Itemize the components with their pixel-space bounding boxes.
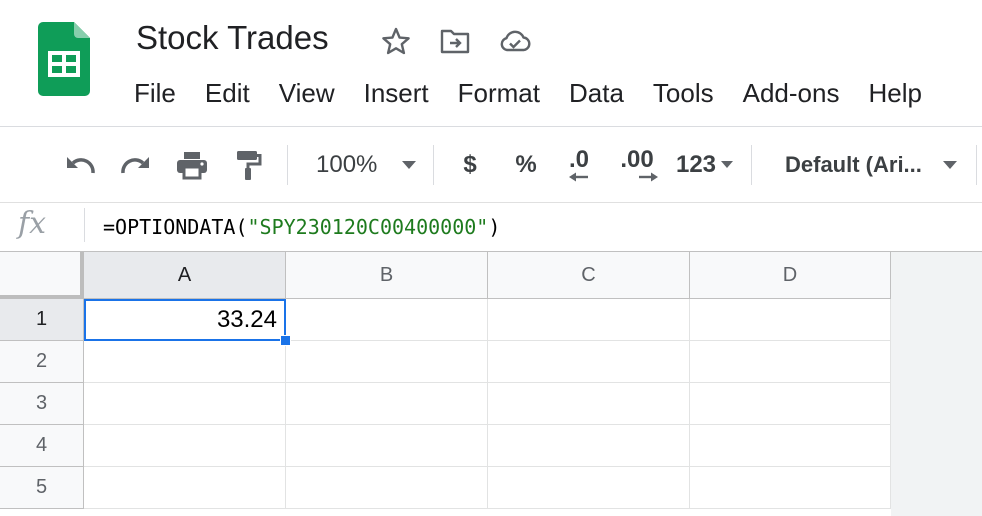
column-header-b[interactable]: B xyxy=(286,252,488,299)
formula-bar-separator xyxy=(84,208,85,242)
cell-c4[interactable] xyxy=(488,425,690,467)
menu-addons[interactable]: Add-ons xyxy=(743,76,840,110)
redo-icon[interactable] xyxy=(116,127,156,202)
fill-handle[interactable] xyxy=(280,335,291,346)
cell-c5[interactable] xyxy=(488,467,690,509)
cell-b3[interactable] xyxy=(286,383,488,425)
menu-edit[interactable]: Edit xyxy=(205,76,250,110)
menu-view[interactable]: View xyxy=(279,76,335,110)
percent-format-button[interactable]: % xyxy=(508,127,544,202)
chevron-down-icon xyxy=(942,160,957,169)
selection-outline xyxy=(84,299,286,341)
column-header-c[interactable]: C xyxy=(488,252,690,299)
font-family-select[interactable]: Default (Ari... xyxy=(770,127,966,202)
chevron-down-icon xyxy=(402,160,417,169)
decrease-decimal-button[interactable]: .0 xyxy=(558,127,600,202)
row-header-2[interactable]: 2 xyxy=(0,341,84,383)
cell-d1[interactable] xyxy=(690,299,891,341)
cell-b2[interactable] xyxy=(286,341,488,383)
chevron-down-icon xyxy=(721,161,734,168)
formula-input[interactable]: =OPTIONDATA("SPY230120C00400000") xyxy=(103,210,500,244)
cell-d5[interactable] xyxy=(690,467,891,509)
formula-suffix: ) xyxy=(488,215,501,239)
currency-format-button[interactable]: $ xyxy=(452,127,488,202)
column-header-a[interactable]: A xyxy=(84,252,286,299)
menu-insert[interactable]: Insert xyxy=(364,76,429,110)
menu-file[interactable]: File xyxy=(134,76,176,110)
arrow-left-icon xyxy=(569,172,588,181)
cell-d3[interactable] xyxy=(690,383,891,425)
undo-icon[interactable] xyxy=(60,127,100,202)
move-to-folder-icon[interactable] xyxy=(439,26,471,56)
row-header-1[interactable]: 1 xyxy=(0,299,84,341)
print-icon[interactable] xyxy=(172,127,212,202)
cell-c2[interactable] xyxy=(488,341,690,383)
formula-string-argument: "SPY230120C00400000" xyxy=(247,215,489,239)
font-family-value: Default (Ari... xyxy=(785,151,922,177)
menu-data[interactable]: Data xyxy=(569,76,624,110)
column-header-d[interactable]: D xyxy=(690,252,891,299)
sheets-logo[interactable] xyxy=(38,22,90,96)
menu-format[interactable]: Format xyxy=(458,76,540,110)
arrow-right-icon xyxy=(639,172,658,181)
toolbar-separator xyxy=(976,145,977,185)
paint-format-icon[interactable] xyxy=(228,127,268,202)
row-header-4[interactable]: 4 xyxy=(0,425,84,467)
cell-c3[interactable] xyxy=(488,383,690,425)
cell-c1[interactable] xyxy=(488,299,690,341)
menu-help[interactable]: Help xyxy=(868,76,921,110)
document-title[interactable]: Stock Trades xyxy=(136,18,329,58)
increase-decimal-button[interactable]: .00 xyxy=(614,127,660,202)
select-all-corner[interactable] xyxy=(0,252,84,299)
menu-tools[interactable]: Tools xyxy=(653,76,714,110)
toolbar-separator xyxy=(751,145,752,185)
cell-d2[interactable] xyxy=(690,341,891,383)
cell-a2[interactable] xyxy=(84,341,286,383)
row-header-5[interactable]: 5 xyxy=(0,467,84,509)
toolbar-separator xyxy=(287,145,288,185)
cell-a5[interactable] xyxy=(84,467,286,509)
formula-prefix: =OPTIONDATA( xyxy=(103,215,248,239)
cell-d4[interactable] xyxy=(690,425,891,467)
star-icon[interactable] xyxy=(380,26,412,56)
cloud-saved-icon[interactable] xyxy=(498,26,531,56)
cell-a4[interactable] xyxy=(84,425,286,467)
toolbar: 100% $ % .0 .00 123 Default (Ari... xyxy=(0,127,982,202)
fx-icon: fx xyxy=(18,206,47,241)
more-formats-button[interactable]: 123 xyxy=(670,127,740,202)
menu-bar: File Edit View Insert Format Data Tools … xyxy=(134,76,922,110)
toolbar-divider xyxy=(0,202,982,203)
cell-b1[interactable] xyxy=(286,299,488,341)
toolbar-separator xyxy=(433,145,434,185)
zoom-value: 100% xyxy=(316,150,378,178)
cell-b5[interactable] xyxy=(286,467,488,509)
cell-b4[interactable] xyxy=(286,425,488,467)
sheet-out-of-range-area xyxy=(891,252,982,516)
zoom-select[interactable]: 100% xyxy=(304,127,424,202)
row-header-3[interactable]: 3 xyxy=(0,383,84,425)
cell-a3[interactable] xyxy=(84,383,286,425)
